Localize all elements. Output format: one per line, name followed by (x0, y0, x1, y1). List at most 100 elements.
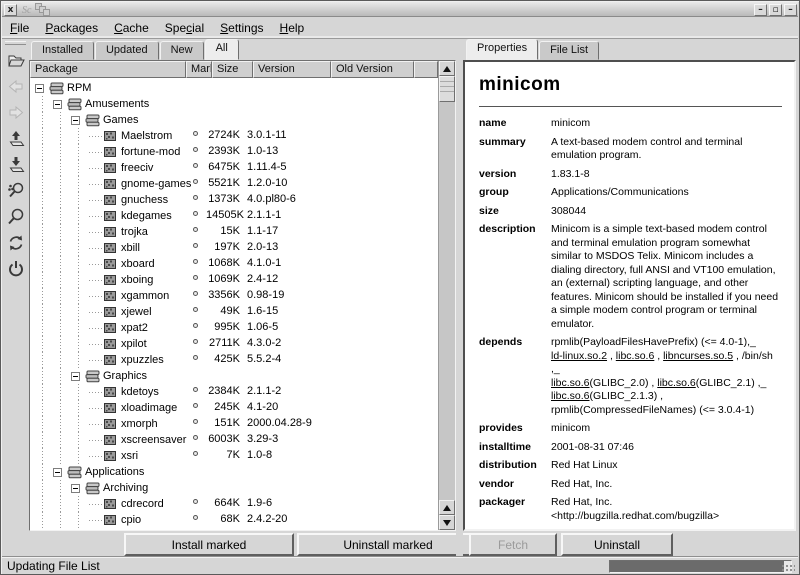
open-file-icon[interactable] (4, 49, 28, 73)
tree-scrollbar[interactable] (438, 61, 455, 530)
tree-row[interactable]: fortune-mod2393K1.0-13 (30, 144, 438, 160)
shade-button[interactable]: – (784, 4, 797, 16)
mark-indicator[interactable] (193, 275, 198, 280)
tree-expander-icon[interactable] (71, 484, 80, 493)
install-marked-button[interactable]: Install marked (124, 533, 294, 556)
mark-indicator[interactable] (193, 211, 198, 216)
menu-file[interactable]: File (2, 19, 37, 37)
toolbar-handle[interactable] (5, 41, 26, 45)
tab-all[interactable]: All (205, 39, 239, 60)
tree-row[interactable]: freeciv6475K1.11.4-5 (30, 160, 438, 176)
tree-row[interactable]: xpat2995K1.06-5 (30, 320, 438, 336)
tab-updated[interactable]: Updated (95, 41, 159, 60)
tree-row[interactable]: xscreensaver6003K3.29-3 (30, 432, 438, 448)
quit-icon[interactable] (4, 257, 28, 281)
reload-icon[interactable] (4, 231, 28, 255)
column-header-version[interactable]: Version (253, 61, 331, 78)
mark-indicator[interactable] (193, 227, 198, 232)
tree-row[interactable]: kdegames14505K2.1.1-1 (30, 208, 438, 224)
tree-row[interactable]: xpilot2711K4.3.0-2 (30, 336, 438, 352)
column-header-size[interactable]: Size (212, 61, 253, 78)
mark-indicator[interactable] (193, 323, 198, 328)
mark-indicator[interactable] (193, 163, 198, 168)
minimize-button[interactable]: – (754, 4, 767, 16)
collapse-tree-icon[interactable] (4, 153, 28, 177)
dependency-link[interactable]: libncurses.so.5 (663, 350, 733, 362)
dependency-link[interactable]: libc.so.6 (551, 390, 590, 402)
menu-cache[interactable]: Cache (106, 19, 157, 37)
menu-settings[interactable]: Settings (212, 19, 271, 37)
tab-properties[interactable]: Properties (466, 39, 538, 60)
tree-expander-icon[interactable] (71, 372, 80, 381)
mark-indicator[interactable] (193, 403, 198, 408)
tree-row[interactable]: Maelstrom2724K3.0.1-11 (30, 128, 438, 144)
tree-row[interactable]: Archiving (30, 480, 438, 496)
column-header-package[interactable]: Package (30, 61, 186, 78)
tree-row[interactable]: gnome-games5521K1.2.0-10 (30, 176, 438, 192)
resize-grip-icon[interactable] (781, 564, 795, 572)
mark-indicator[interactable] (193, 243, 198, 248)
tree-row[interactable]: xmorph151K2000.04.28-9 (30, 416, 438, 432)
dependency-link[interactable]: ld-linux.so.2 (551, 350, 607, 362)
panel-splitter[interactable] (456, 39, 463, 557)
tree-row[interactable]: xpuzzles425K5.5.2-4 (30, 352, 438, 368)
tree-row[interactable]: trojka15K1.1-17 (30, 224, 438, 240)
dependency-link[interactable]: libc.so.6 (616, 350, 655, 362)
tree-row[interactable]: Games (30, 112, 438, 128)
titlebar[interactable]: x Sc –▫– (2, 2, 798, 17)
maximize-button[interactable]: ▫ (769, 4, 782, 16)
uninstall-button[interactable]: Uninstall (561, 533, 673, 556)
scroll-down-icon[interactable] (439, 515, 455, 530)
tree-expander-icon[interactable] (35, 84, 44, 93)
scrollbar-thumb[interactable] (439, 76, 455, 102)
column-header-old-version[interactable]: Old Version (331, 61, 414, 78)
tree-row[interactable]: cpio68K2.4.2-20 (30, 512, 438, 528)
tree-expander-icon[interactable] (53, 468, 62, 477)
close-icon[interactable]: x (4, 4, 17, 16)
column-header-mark[interactable]: Mark (186, 61, 212, 78)
tree-row[interactable]: Applications (30, 464, 438, 480)
scrollbar-trough[interactable] (439, 102, 455, 500)
tree-row[interactable]: kdetoys2384K2.1.1-2 (30, 384, 438, 400)
mark-indicator[interactable] (193, 355, 198, 360)
tree-row[interactable]: xsri7K1.0-8 (30, 448, 438, 464)
mark-indicator[interactable] (193, 435, 198, 440)
tab-file-list[interactable]: File List (539, 41, 599, 60)
expand-tree-icon[interactable] (4, 127, 28, 151)
tree-row[interactable]: RPM (30, 80, 438, 96)
mark-indicator[interactable] (193, 291, 198, 296)
mark-indicator[interactable] (193, 131, 198, 136)
menu-help[interactable]: Help (272, 19, 313, 37)
tree-row[interactable]: Amusements (30, 96, 438, 112)
find-file-icon[interactable] (4, 205, 28, 229)
tree-row[interactable]: xboing1069K2.4-12 (30, 272, 438, 288)
tree-expander-icon[interactable] (53, 100, 62, 109)
tree-row[interactable]: cdrecord664K1.9-6 (30, 496, 438, 512)
dependency-link[interactable]: libc.so.6 (551, 377, 590, 389)
tree-row[interactable]: gnuchess1373K4.0.pl80-6 (30, 192, 438, 208)
dependency-link[interactable]: libc.so.6 (657, 377, 696, 389)
mark-indicator[interactable] (193, 419, 198, 424)
mark-indicator[interactable] (193, 179, 198, 184)
tree-row[interactable]: xloadimage245K4.1-20 (30, 400, 438, 416)
tree-row[interactable]: Graphics (30, 368, 438, 384)
scroll-up-icon[interactable] (439, 61, 455, 76)
find-package-icon[interactable] (4, 179, 28, 203)
mark-indicator[interactable] (193, 451, 198, 456)
fetch-button[interactable]: Fetch (469, 533, 557, 556)
mark-indicator[interactable] (193, 259, 198, 264)
package-tree[interactable]: RPMAmusementsGamesMaelstrom2724K3.0.1-11… (30, 78, 438, 530)
tab-new[interactable]: New (160, 41, 204, 60)
menu-special[interactable]: Special (157, 19, 212, 37)
mark-indicator[interactable] (193, 307, 198, 312)
tree-expander-icon[interactable] (71, 116, 80, 125)
mark-indicator[interactable] (193, 195, 198, 200)
tab-installed[interactable]: Installed (31, 41, 94, 60)
tree-row[interactable]: xboard1068K4.1.0-1 (30, 256, 438, 272)
tree-row[interactable]: xgammon3356K0.98-19 (30, 288, 438, 304)
mark-indicator[interactable] (193, 387, 198, 392)
mark-indicator[interactable] (193, 499, 198, 504)
mark-indicator[interactable] (193, 339, 198, 344)
menu-packages[interactable]: Packages (37, 19, 106, 37)
tree-row[interactable]: xjewel49K1.6-15 (30, 304, 438, 320)
